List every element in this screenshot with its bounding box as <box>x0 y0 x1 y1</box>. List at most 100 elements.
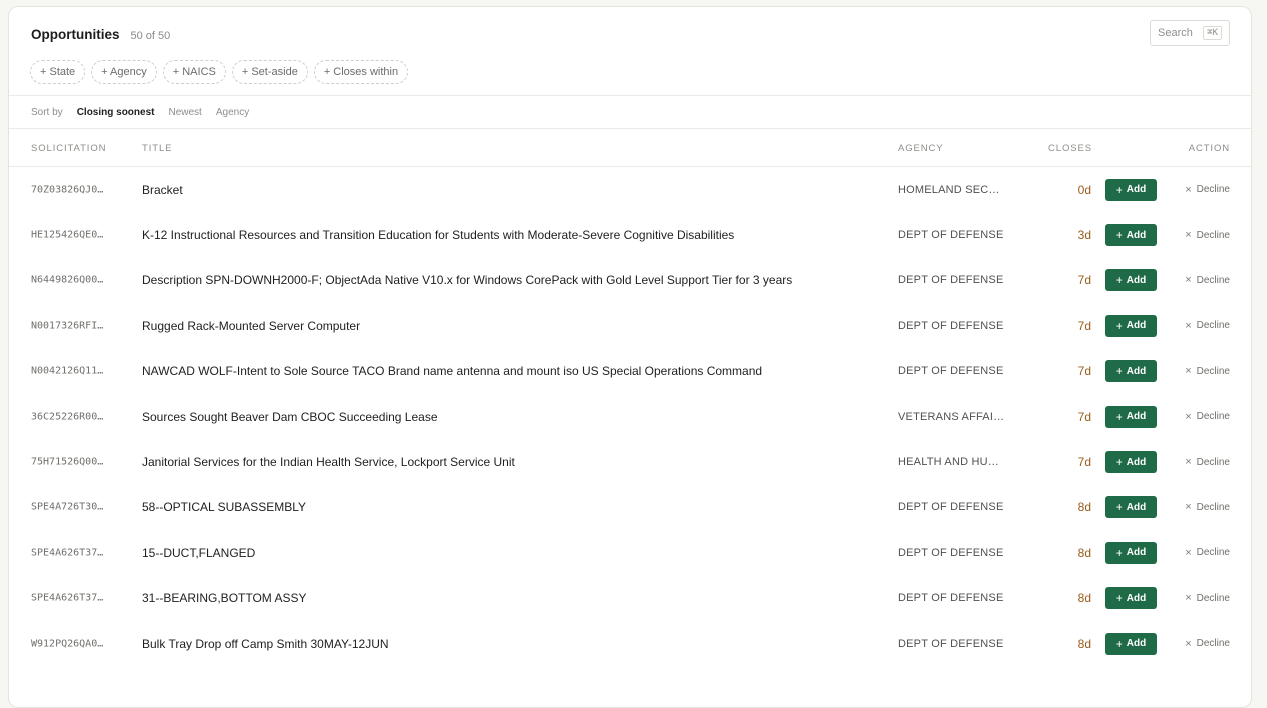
sort-option-newest[interactable]: Newest <box>168 107 201 118</box>
decline-button[interactable]: × Decline <box>1185 229 1230 241</box>
agency-name: DEPT OF DEFENSE <box>898 365 1004 378</box>
column-header-action: ACTION <box>1188 143 1230 154</box>
decline-button[interactable]: × Decline <box>1185 365 1230 377</box>
filter-chip-naics[interactable]: + NAICS <box>162 60 226 84</box>
opportunity-title[interactable]: 58--OPTICAL SUBASSEMBLY <box>142 500 306 514</box>
opportunity-title[interactable]: Sources Sought Beaver Dam CBOC Succeedin… <box>142 410 438 424</box>
agency-name: HOMELAND SEC… <box>898 183 1000 196</box>
decline-label: Decline <box>1196 229 1230 241</box>
table-row[interactable]: SPE4A626T37… 31--BEARING,BOTTOM ASSY DEPT … <box>9 576 1251 621</box>
solicitation-number: W912PQ26QA0… <box>31 638 104 650</box>
opportunity-title[interactable]: Rugged Rack-Mounted Server Computer <box>142 319 360 333</box>
table-row[interactable]: 75H71526Q00… Janitorial Services for the … <box>9 439 1251 484</box>
add-button[interactable]: + Add <box>1105 178 1157 201</box>
agency-name: DEPT OF DEFENSE <box>898 319 1004 332</box>
agency-name: DEPT OF DEFENSE <box>898 546 1004 559</box>
plus-icon: + <box>1115 273 1123 288</box>
agency-name: DEPT OF DEFENSE <box>898 592 1004 605</box>
opportunities-panel: Opportunities 50 of 50 Search ⌘K + State… <box>8 6 1252 708</box>
closes-in: 8d <box>1077 500 1091 515</box>
add-button[interactable]: + Add <box>1105 451 1157 474</box>
decline-button[interactable]: × Decline <box>1185 411 1230 423</box>
add-label: Add <box>1126 229 1147 241</box>
add-button[interactable]: + Add <box>1105 541 1157 564</box>
close-icon: × <box>1185 365 1192 378</box>
add-button[interactable]: + Add <box>1105 405 1157 428</box>
search-button[interactable]: Search ⌘K <box>1150 20 1230 46</box>
closes-in: 7d <box>1077 364 1091 379</box>
add-label: Add <box>1126 184 1147 196</box>
opportunity-title[interactable]: Bracket <box>142 183 183 197</box>
solicitation-number: SPE4A726T30… <box>31 501 104 513</box>
opportunity-title[interactable]: Description SPN-DOWNH2000-F; ObjectAda N… <box>142 273 792 287</box>
table-row[interactable]: 70Z03826QJ0… Bracket HOMELAND SEC… 0d + Add × D… <box>9 167 1251 212</box>
table-row[interactable]: N0017326RFI… Rugged Rack-Mounted Server C… <box>9 303 1251 348</box>
closes-in: 0d <box>1077 182 1091 197</box>
agency-name: DEPT OF DEFENSE <box>898 637 1004 650</box>
plus-icon: + <box>1115 455 1123 470</box>
add-button[interactable]: + Add <box>1105 632 1157 655</box>
table-row[interactable]: W912PQ26QA0… Bulk Tray Drop off Camp Smit… <box>9 621 1251 666</box>
decline-button[interactable]: × Decline <box>1185 547 1230 559</box>
filter-chip-set-aside[interactable]: + Set-aside <box>231 60 308 84</box>
sort-bar: Sort by Closing soonest Newest Agency <box>9 96 1251 129</box>
filter-chip-agency[interactable]: + Agency <box>91 60 157 84</box>
agency-name: DEPT OF DEFENSE <box>898 501 1004 514</box>
opportunity-title[interactable]: Bulk Tray Drop off Camp Smith 30MAY-12JU… <box>142 637 389 651</box>
filter-chip-closes-within[interactable]: + Closes within <box>313 60 409 84</box>
decline-label: Decline <box>1196 274 1230 286</box>
closes-in: 3d <box>1077 228 1091 243</box>
opportunity-title[interactable]: 31--BEARING,BOTTOM ASSY <box>142 591 306 605</box>
table-row[interactable]: HE125426QE0… K-12 Instructional Resources… <box>9 212 1251 257</box>
decline-button[interactable]: × Decline <box>1185 638 1230 650</box>
close-icon: × <box>1185 456 1192 469</box>
decline-label: Decline <box>1196 592 1230 604</box>
title-row: Opportunities 50 of 50 <box>31 27 170 42</box>
add-button[interactable]: + Add <box>1105 269 1157 292</box>
closes-in: 8d <box>1077 545 1091 560</box>
table-body: 70Z03826QJ0… Bracket HOMELAND SEC… 0d + Add × D… <box>9 167 1251 666</box>
table-row[interactable]: 36C25226R00… Sources Sought Beaver Dam CB… <box>9 394 1251 439</box>
decline-label: Decline <box>1196 638 1230 650</box>
filter-chip-state[interactable]: + State <box>30 60 86 84</box>
closes-in: 7d <box>1077 273 1091 288</box>
sort-option-agency[interactable]: Agency <box>216 107 249 118</box>
decline-label: Decline <box>1196 501 1230 513</box>
decline-label: Decline <box>1196 456 1230 468</box>
table-row[interactable]: SPE4A626T37… 15--DUCT,FLANGED DEPT OF DEFE… <box>9 530 1251 575</box>
decline-button[interactable]: × Decline <box>1185 320 1230 332</box>
opportunity-title[interactable]: Janitorial Services for the Indian Healt… <box>142 455 515 469</box>
page-title: Opportunities <box>31 27 120 42</box>
add-button[interactable]: + Add <box>1105 224 1157 247</box>
table-row[interactable]: N6449826Q00… Description SPN-DOWNH2000-F;… <box>9 258 1251 303</box>
opportunity-title[interactable]: K-12 Instructional Resources and Transit… <box>142 228 734 242</box>
table-row[interactable]: N0042126Q11… NAWCAD WOLF-Intent to Sole S… <box>9 349 1251 394</box>
column-header-solicitation: SOLICITATION <box>31 143 107 154</box>
decline-label: Decline <box>1196 365 1230 377</box>
add-label: Add <box>1126 456 1147 468</box>
solicitation-number: 75H71526Q00… <box>31 456 104 468</box>
solicitation-number: 70Z03826QJ0… <box>31 184 104 196</box>
plus-icon: + <box>1115 182 1123 197</box>
plus-icon: + <box>1115 500 1123 515</box>
decline-label: Decline <box>1196 547 1230 559</box>
sort-option-closing-soonest[interactable]: Closing soonest <box>77 107 155 118</box>
decline-button[interactable]: × Decline <box>1185 274 1230 286</box>
add-button[interactable]: + Add <box>1105 360 1157 383</box>
decline-button[interactable]: × Decline <box>1185 592 1230 604</box>
opportunity-title[interactable]: NAWCAD WOLF-Intent to Sole Source TACO B… <box>142 364 762 378</box>
plus-icon: + <box>1115 228 1123 243</box>
close-icon: × <box>1185 410 1192 423</box>
add-button[interactable]: + Add <box>1105 587 1157 610</box>
solicitation-number: SPE4A626T37… <box>31 547 104 559</box>
table-row[interactable]: SPE4A726T30… 58--OPTICAL SUBASSEMBLY DEPT … <box>9 485 1251 530</box>
filter-bar: + State + Agency + NAICS + Set-aside + C… <box>30 60 409 84</box>
column-header-closes: CLOSES <box>1048 143 1092 154</box>
decline-button[interactable]: × Decline <box>1185 456 1230 468</box>
add-button[interactable]: + Add <box>1105 314 1157 337</box>
add-button[interactable]: + Add <box>1105 496 1157 519</box>
opportunity-title[interactable]: 15--DUCT,FLANGED <box>142 546 255 560</box>
decline-button[interactable]: × Decline <box>1185 184 1230 196</box>
decline-label: Decline <box>1196 411 1230 423</box>
decline-button[interactable]: × Decline <box>1185 501 1230 513</box>
